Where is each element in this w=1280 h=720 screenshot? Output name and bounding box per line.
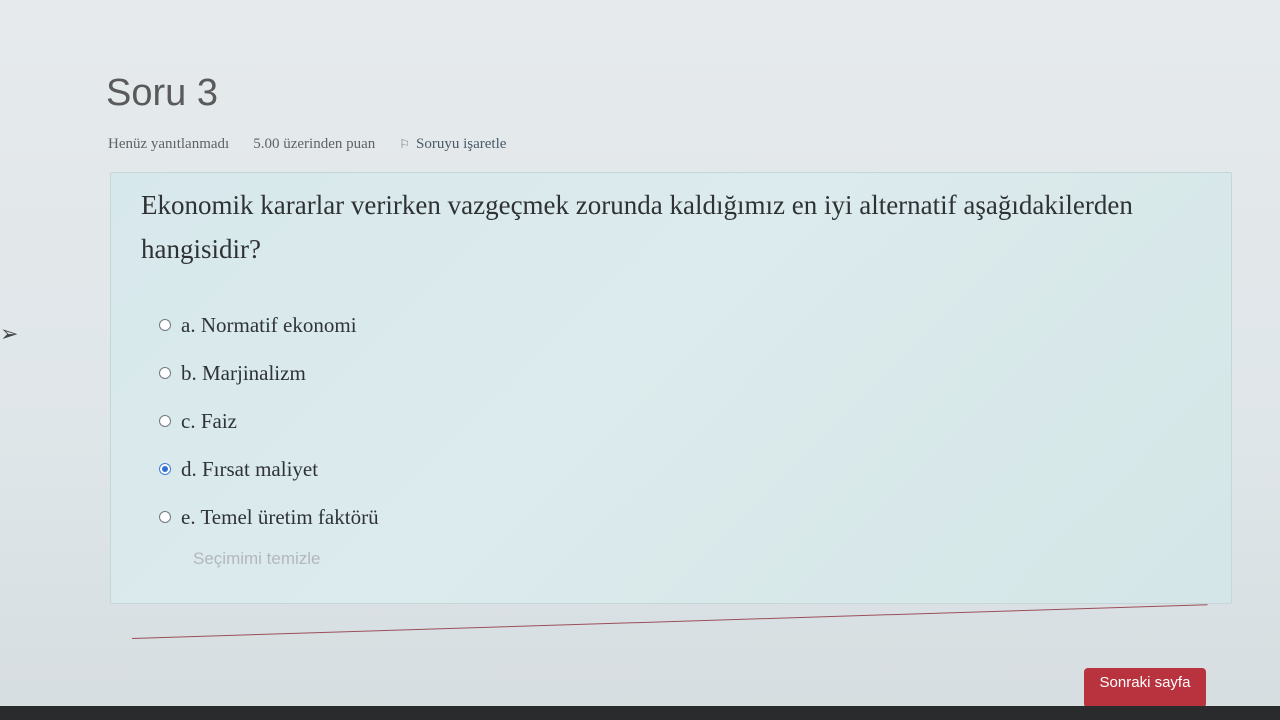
answer-option-b[interactable]: b. Marjinalizm [159, 349, 379, 397]
question-text: Ekonomik kararlar verirken vazgeçmek zor… [141, 190, 1133, 264]
answer-status: Henüz yanıtlanmadı [108, 136, 230, 152]
question-info: Henüz yanıtlanmadı 5.00 üzerinden puan ⚐… [108, 136, 680, 153]
answer-option-d[interactable]: d. Fırsat maliyet [159, 445, 379, 493]
question-points: 5.00 üzerinden puan [253, 136, 376, 152]
flag-icon: ⚐ [399, 137, 411, 151]
divider [131, 604, 1208, 639]
radio-checked-icon[interactable] [159, 463, 171, 475]
answer-label: d. Fırsat maliyet [181, 456, 319, 481]
radio-icon[interactable] [159, 319, 171, 331]
question-content: Ekonomik kararlar verirken vazgeçmek zor… [110, 172, 1232, 604]
answer-option-e[interactable]: e. Temel üretim faktörü [159, 493, 379, 541]
monitor-bezel [0, 706, 1280, 720]
radio-icon[interactable] [159, 415, 171, 427]
answer-option-c[interactable]: c. Faiz [159, 397, 379, 445]
mouse-cursor-icon: ➢ [0, 322, 19, 347]
radio-icon[interactable] [159, 511, 171, 523]
answer-list: a. Normatif ekonomi b. Marjinalizm c. Fa… [159, 301, 379, 541]
answer-label: a. Normatif ekonomi [181, 312, 357, 337]
question-title: Soru 3 [106, 72, 218, 114]
answer-label: c. Faiz [181, 408, 237, 433]
next-page-button[interactable]: Sonraki sayfa [1084, 668, 1206, 708]
answer-option-a[interactable]: a. Normatif ekonomi [159, 301, 379, 349]
radio-icon[interactable] [159, 367, 171, 379]
answer-label: b. Marjinalizm [181, 360, 306, 385]
flag-question-label: Soruyu işaretle [416, 136, 507, 152]
answer-label: e. Temel üretim faktörü [181, 504, 379, 529]
clear-selection-link[interactable]: Seçimimi temizle [193, 549, 321, 569]
flag-question-link[interactable]: ⚐ Soruyu işaretle [399, 136, 506, 153]
